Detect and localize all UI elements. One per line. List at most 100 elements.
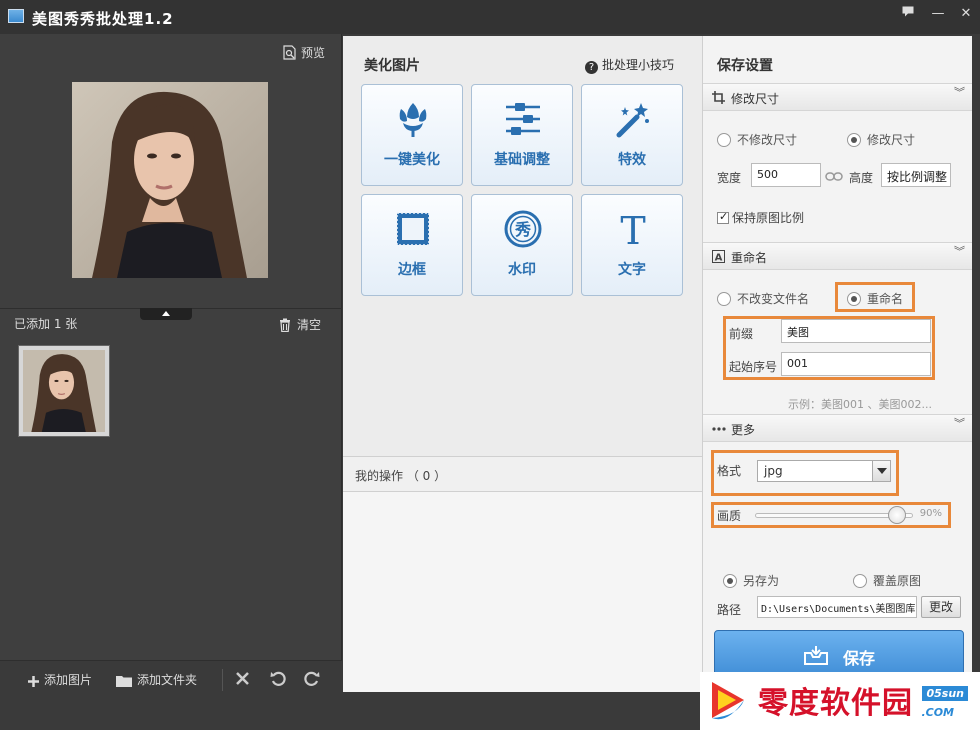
radio-rename[interactable]: 重命名	[847, 290, 903, 307]
tool-one-click-beautify[interactable]: 一键美化	[361, 84, 463, 186]
site-logo-icon	[712, 682, 744, 720]
radio-dot	[723, 574, 737, 588]
change-path-button[interactable]: 更改	[921, 596, 961, 618]
added-count: 已添加 1 张	[14, 317, 78, 331]
add-image-label: 添加图片	[44, 673, 93, 687]
title-bar: 美图秀秀批处理1.2 — ✕	[0, 0, 980, 34]
more-dots-icon	[712, 427, 726, 431]
start-number-label: 起始序号	[729, 360, 778, 374]
app-window: 美图秀秀批处理1.2 — ✕ 预览 已添加 1 张 清空 添加图片 添加文件夹 …	[0, 0, 980, 730]
path-label: 路径	[717, 603, 742, 617]
radio-label: 重命名	[867, 292, 904, 306]
close-button[interactable]: ✕	[954, 4, 978, 24]
site-watermark: 零度软件园 05sun .COM	[700, 672, 980, 730]
rotate-right-button[interactable]	[304, 671, 325, 686]
tips-label: 批处理小技巧	[601, 58, 674, 72]
rename-section-header[interactable]: A 重命名 ︾	[703, 242, 972, 270]
tool-label: 特效	[618, 152, 646, 168]
radio-dot	[847, 133, 861, 147]
feedback-icon[interactable]	[896, 4, 920, 24]
preview-image	[72, 82, 268, 278]
collapse-preview-toggle[interactable]	[140, 308, 192, 320]
link-icon[interactable]	[825, 172, 843, 181]
tool-label: 一键美化	[384, 152, 440, 168]
operations-list	[343, 492, 702, 692]
rotate-left-button[interactable]	[270, 671, 291, 686]
rename-icon: A	[712, 250, 725, 263]
tool-text[interactable]: T 文字	[581, 194, 683, 296]
width-label: 宽度	[717, 171, 742, 185]
tool-label: 文字	[618, 262, 646, 278]
beautify-heading: 美化图片	[364, 58, 420, 74]
image-list-panel: 预览 已添加 1 张 清空 添加图片 添加文件夹	[0, 34, 342, 697]
rotate-right-icon	[304, 671, 320, 686]
image-thumbnail[interactable]	[18, 345, 110, 437]
preview-label: 预览	[300, 46, 325, 60]
rename-example: 示例：美图001 、美图002...	[788, 398, 932, 411]
more-header-label: 更多	[731, 423, 756, 437]
minimize-button[interactable]: —	[926, 4, 950, 24]
add-folder-label: 添加文件夹	[137, 673, 198, 687]
resize-header-label: 修改尺寸	[731, 92, 780, 106]
radio-keep-size[interactable]: 不修改尺寸	[717, 131, 797, 148]
more-section-header[interactable]: 更多 ︾	[703, 414, 972, 442]
radio-overwrite[interactable]: 覆盖原图	[853, 572, 921, 589]
clear-button[interactable]: 清空	[279, 316, 321, 333]
watermark-domain: .COM	[921, 706, 954, 719]
help-icon: ?	[584, 61, 598, 74]
width-input[interactable]: 500	[751, 163, 821, 187]
height-label: 高度	[849, 171, 874, 185]
tulip-icon	[399, 103, 427, 137]
format-value: jpg	[764, 464, 783, 478]
delete-button[interactable]	[236, 671, 254, 685]
magic-wand-icon	[616, 103, 649, 138]
my-operations-bar: 我的操作 （ 0 ）	[343, 456, 702, 492]
start-number-input[interactable]: 001	[781, 352, 931, 376]
watermark-badge: 05sun	[922, 686, 968, 701]
resize-section-header[interactable]: 修改尺寸 ︾	[703, 83, 972, 111]
radio-dot	[717, 292, 731, 306]
delete-x-icon	[236, 672, 249, 685]
radio-dot	[853, 574, 867, 588]
watermark-icon: 秀	[504, 210, 542, 248]
prefix-input[interactable]: 美图	[781, 319, 931, 343]
height-input[interactable]: 按比例调整	[881, 163, 951, 187]
tips-link[interactable]: ? 批处理小技巧	[584, 56, 674, 74]
add-image-button[interactable]: 添加图片	[28, 671, 92, 688]
my-operations-label: 我的操作 （ 0 ）	[355, 469, 447, 483]
beautify-panel: 美化图片 ? 批处理小技巧 一键美化 基础调整 特效 边框 秀 水印 T 文字 我…	[343, 36, 702, 692]
radio-resize[interactable]: 修改尺寸	[847, 131, 915, 148]
collapse-chevron-icon: ︾	[954, 245, 965, 258]
format-select[interactable]: jpg	[757, 460, 891, 482]
trash-icon	[279, 318, 290, 333]
plus-icon	[28, 676, 39, 687]
watermark-text: 零度软件园	[758, 686, 913, 721]
add-folder-button[interactable]: 添加文件夹	[116, 671, 197, 688]
quality-percent: 90%	[919, 508, 942, 519]
collapse-chevron-icon: ︾	[954, 86, 965, 99]
tool-effects[interactable]: 特效	[581, 84, 683, 186]
radio-save-as[interactable]: 另存为	[723, 572, 779, 589]
svg-text:秀: 秀	[514, 220, 531, 239]
radio-keep-filename[interactable]: 不改变文件名	[717, 290, 809, 307]
tool-watermark[interactable]: 秀 水印	[471, 194, 573, 296]
keep-ratio-label: 保持原图比例	[732, 211, 805, 225]
tool-frame[interactable]: 边框	[361, 194, 463, 296]
quality-label: 画质	[717, 509, 742, 523]
radio-label: 覆盖原图	[873, 574, 922, 588]
radio-label: 不修改尺寸	[737, 133, 798, 147]
rename-header-label: 重命名	[731, 251, 768, 265]
keep-ratio-checkbox[interactable]: 保持原图比例	[717, 209, 804, 226]
radio-dot	[717, 133, 731, 147]
format-label: 格式	[717, 464, 742, 478]
save-icon	[804, 646, 828, 665]
svg-text:T: T	[620, 209, 645, 249]
window-title: 美图秀秀批处理1.2	[32, 10, 174, 28]
preview-button[interactable]: 预览	[283, 44, 325, 61]
app-logo-icon	[8, 9, 24, 23]
tool-basic-adjust[interactable]: 基础调整	[471, 84, 573, 186]
collapse-chevron-icon: ︾	[954, 417, 965, 430]
clear-label: 清空	[296, 318, 321, 332]
sliders-icon	[506, 103, 540, 135]
path-input[interactable]: D:\Users\Documents\美图图库	[757, 596, 917, 618]
